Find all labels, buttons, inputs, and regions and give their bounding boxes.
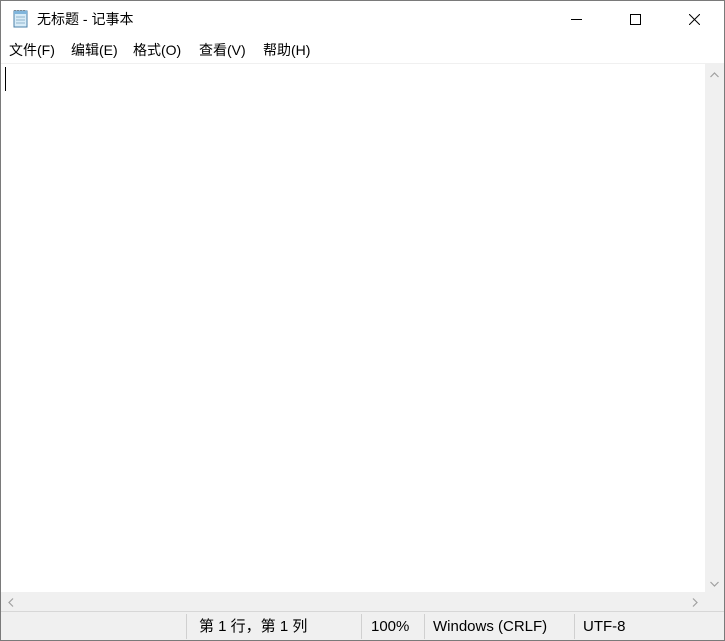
- status-divider: [361, 614, 362, 639]
- status-zoom: 100%: [371, 618, 410, 635]
- menu-file[interactable]: 文件(F): [9, 41, 55, 59]
- scrollbar-corner: [705, 592, 724, 611]
- menu-edit[interactable]: 编辑(E): [71, 41, 118, 59]
- menu-help[interactable]: 帮助(H): [263, 41, 310, 59]
- chevron-right-icon: [692, 594, 698, 610]
- minimize-icon: [571, 14, 582, 25]
- menu-view[interactable]: 查看(V): [199, 41, 246, 59]
- scroll-right-button[interactable]: [685, 592, 705, 611]
- window-title: 无标题 - 记事本: [37, 11, 134, 27]
- close-icon: [689, 13, 700, 25]
- text-editor[interactable]: [1, 63, 705, 592]
- status-encoding: UTF-8: [583, 618, 626, 635]
- status-cursor-position: 第 1 行，第 1 列: [199, 618, 308, 635]
- notepad-icon[interactable]: [11, 9, 31, 29]
- status-divider: [186, 614, 187, 639]
- menu-format[interactable]: 格式(O): [133, 41, 181, 59]
- horizontal-scrollbar[interactable]: [1, 592, 705, 611]
- menu-bar: 文件(F) 编辑(E) 格式(O) 查看(V) 帮助(H): [1, 37, 724, 63]
- status-divider: [574, 614, 575, 639]
- chevron-left-icon: [8, 594, 14, 610]
- text-caret: [5, 67, 6, 91]
- scroll-down-button[interactable]: [705, 572, 724, 592]
- status-divider: [424, 614, 425, 639]
- close-button[interactable]: [665, 1, 724, 37]
- minimize-button[interactable]: [547, 1, 606, 37]
- scroll-up-button[interactable]: [705, 63, 724, 83]
- scroll-left-button[interactable]: [1, 592, 21, 611]
- chevron-down-icon: [710, 574, 719, 590]
- maximize-icon: [630, 13, 641, 25]
- title-bar[interactable]: 无标题 - 记事本: [1, 1, 724, 37]
- status-bar: 第 1 行，第 1 列 100% Windows (CRLF) UTF-8: [1, 611, 724, 640]
- vertical-scrollbar[interactable]: [705, 63, 724, 592]
- maximize-button[interactable]: [606, 1, 665, 37]
- status-line-ending: Windows (CRLF): [433, 618, 548, 635]
- notepad-window: 无标题 - 记事本 文件(F) 编辑(E) 格式(O) 查看(V) 帮助(H): [0, 0, 725, 641]
- chevron-up-icon: [710, 65, 719, 81]
